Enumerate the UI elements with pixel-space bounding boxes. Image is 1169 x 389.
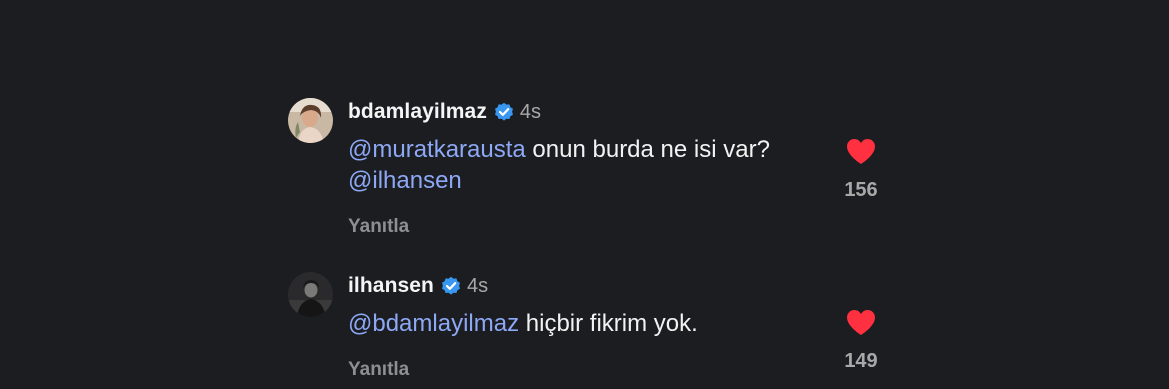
timestamp: 4s (467, 274, 489, 297)
profile-photo-icon (288, 272, 333, 317)
like-area: 156 (836, 138, 886, 202)
comment-header: ilhansen 4s (348, 272, 788, 300)
comment-body: bdamlayilmaz 4s @muratkarausta onun burd… (348, 98, 788, 238)
like-count: 149 (844, 350, 878, 372)
like-area: 149 (836, 309, 886, 373)
verified-badge-icon (494, 102, 513, 121)
mention-link[interactable]: @ilhansen (348, 167, 462, 194)
mention-link[interactable]: @muratkarausta (348, 136, 526, 163)
heart-icon[interactable] (846, 309, 876, 336)
reply-button[interactable]: Yanıtla (348, 359, 788, 381)
comment-text: @bdamlayilmaz hiçbir fikrim yok. (348, 308, 788, 339)
avatar[interactable] (288, 272, 333, 317)
verified-badge-icon (442, 276, 460, 295)
username[interactable]: bdamlayilmaz (348, 100, 487, 124)
like-count: 156 (844, 179, 878, 201)
comment-header: bdamlayilmaz 4s (348, 98, 788, 126)
comment-text-segment: hiçbir fikrim yok. (519, 310, 698, 337)
profile-photo-icon (288, 98, 333, 143)
mention-link[interactable]: @bdamlayilmaz (348, 310, 519, 337)
timestamp: 4s (519, 100, 542, 123)
reply-button[interactable]: Yanıtla (348, 216, 788, 238)
username[interactable]: ilhansen (348, 274, 434, 298)
comment-body: ilhansen 4s @bdamlayilmaz hiçbir fikrim … (348, 272, 788, 381)
heart-icon[interactable] (846, 138, 876, 165)
comment-text-segment: onun burda ne isi var? (525, 136, 770, 163)
comment-text: @muratkarausta onun burda ne isi var? @i… (348, 134, 788, 196)
avatar[interactable] (288, 98, 333, 143)
